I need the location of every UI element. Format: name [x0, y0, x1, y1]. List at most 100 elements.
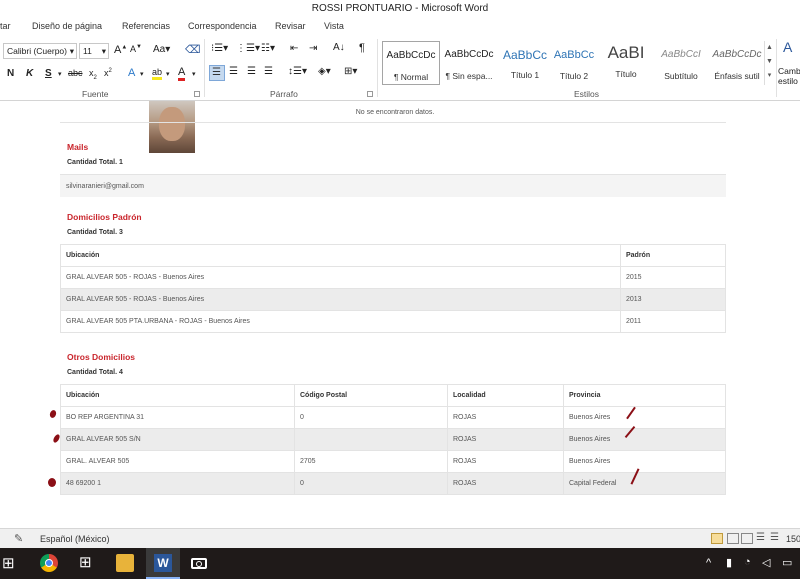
- superscript-icon[interactable]: x2: [104, 68, 112, 78]
- styles-gallery-scroll[interactable]: ▲ ▼ ▾: [764, 41, 774, 85]
- font-name-combo[interactable]: Calibri (Cuerpo) ▾: [3, 43, 77, 59]
- align-left-button[interactable]: ☰: [209, 65, 225, 81]
- style-enfasis-sutil[interactable]: AaBbCcDc Énfasis sutil: [708, 41, 766, 85]
- group-label-fuente: Fuente: [82, 89, 109, 99]
- volume-icon[interactable]: ◁: [762, 556, 770, 569]
- subscript-icon[interactable]: x2: [89, 68, 97, 81]
- chevron-down-icon[interactable]: ▾: [140, 70, 144, 78]
- style-sin-espaciado[interactable]: AaBbCcDc ¶ Sin espa...: [440, 41, 498, 85]
- file-explorer-icon[interactable]: [116, 554, 134, 572]
- style-name: ¶ Sin espa...: [445, 71, 493, 81]
- battery-icon[interactable]: ▭: [782, 556, 792, 569]
- no-data-message: No se encontraron datos.: [355, 109, 435, 116]
- cell-provincia: Buenos Aires: [563, 450, 726, 473]
- web-layout-view-icon[interactable]: [741, 533, 753, 544]
- tab-referencias[interactable]: Referencias: [122, 21, 170, 31]
- tab-revisar[interactable]: Revisar: [275, 21, 306, 31]
- underline-icon[interactable]: S: [45, 68, 52, 79]
- zoom-level[interactable]: 150: [786, 534, 800, 544]
- tab-insertar[interactable]: tar: [0, 21, 11, 31]
- document-page[interactable]: No se encontraron datos. Mails Cantidad …: [0, 101, 800, 528]
- full-screen-view-icon[interactable]: [727, 533, 739, 544]
- group-divider: [377, 39, 378, 97]
- outline-view-icon[interactable]: ☰: [756, 532, 765, 543]
- sort-icon[interactable]: A↓: [333, 42, 345, 53]
- dialog-launcher-icon[interactable]: [367, 91, 373, 97]
- padron-table: Ubicación Padrón GRAL ALVEAR 505 - ROJAS…: [60, 244, 726, 333]
- tab-diseno-pagina[interactable]: Diseño de página: [32, 21, 102, 31]
- draft-view-icon[interactable]: ☰: [770, 532, 779, 543]
- camera-icon[interactable]: [190, 554, 208, 572]
- chevron-down-icon[interactable]: ▾: [166, 70, 170, 78]
- pilcrow-icon[interactable]: ¶: [359, 42, 365, 54]
- shading-icon[interactable]: ◈▾: [318, 66, 331, 77]
- cell-codigo-postal: [294, 428, 448, 451]
- change-case-icon[interactable]: Aa▾: [153, 44, 170, 55]
- chevron-down-icon[interactable]: ▾: [192, 70, 196, 78]
- style-normal[interactable]: AaBbCcDc ¶ Normal: [382, 41, 440, 85]
- store-icon[interactable]: ⊞: [78, 554, 96, 572]
- dialog-launcher-icon[interactable]: [194, 91, 200, 97]
- column-header-provincia: Provincia: [563, 384, 726, 407]
- chevron-down-icon: ▾: [69, 46, 74, 56]
- bold-icon[interactable]: N: [7, 68, 14, 79]
- font-color-icon[interactable]: A: [178, 66, 186, 81]
- borders-icon[interactable]: ⊞▾: [344, 66, 357, 77]
- otros-count: Cantidad Total. 4: [67, 369, 123, 376]
- bullets-icon[interactable]: ⁝☰▾: [211, 43, 228, 54]
- italic-icon[interactable]: K: [26, 68, 33, 79]
- decrease-indent-icon[interactable]: ⇤: [290, 43, 298, 54]
- style-name: ¶ Normal: [393, 72, 429, 82]
- style-titulo-2[interactable]: AaBbCc Título 2: [545, 41, 603, 85]
- table-row: GRAL ALVEAR 505 PTA.URBANA - ROJAS - Bue…: [60, 310, 726, 333]
- change-styles-label-2[interactable]: estilo: [778, 76, 798, 86]
- increase-indent-icon[interactable]: ⇥: [309, 43, 317, 54]
- tab-correspondencia[interactable]: Correspondencia: [188, 21, 257, 31]
- document-area[interactable]: No se encontraron datos. Mails Cantidad …: [0, 101, 800, 528]
- style-titulo[interactable]: AaBI Título: [597, 41, 655, 85]
- group-divider: [204, 39, 205, 97]
- highlight-icon[interactable]: ab: [152, 67, 163, 80]
- network-icon[interactable]: ▮: [726, 556, 732, 569]
- cell-codigo-postal: 0: [294, 472, 448, 495]
- proofing-icon[interactable]: ✎: [14, 532, 23, 545]
- align-center-icon[interactable]: ☰: [229, 66, 238, 77]
- padron-count: Cantidad Total. 3: [67, 229, 123, 236]
- multilevel-list-icon[interactable]: ☷▾: [261, 43, 275, 54]
- windows-logo-icon: ⊞: [2, 555, 15, 572]
- font-size-combo[interactable]: 11 ▾: [79, 43, 109, 59]
- strikethrough-icon[interactable]: abc: [68, 68, 83, 78]
- numbering-icon[interactable]: ⋮☰▾: [236, 43, 260, 54]
- wifi-icon[interactable]: ◔: [744, 556, 751, 568]
- cell-provincia: Buenos Aires: [563, 406, 726, 429]
- taskbar: ⊞ ⊞ W ^ ▮ ◔ ◁ ▭: [0, 548, 800, 579]
- language-indicator[interactable]: Español (México): [40, 534, 110, 544]
- ink-mark: [48, 478, 56, 487]
- show-hidden-icons-icon[interactable]: ^: [706, 557, 711, 569]
- cell-padron: 2015: [620, 266, 726, 289]
- change-styles-label-1[interactable]: Camb: [778, 66, 800, 76]
- print-layout-view-icon[interactable]: [711, 533, 723, 544]
- start-button[interactable]: ⊞: [0, 548, 22, 579]
- align-right-icon[interactable]: ☰: [247, 66, 256, 77]
- padron-title: Domicilios Padrón: [67, 212, 142, 222]
- word-taskbar-button[interactable]: W: [146, 548, 180, 579]
- cell-ubicacion: GRAL ALVEAR 505 - ROJAS - Buenos Aires: [60, 288, 621, 311]
- otros-title: Otros Domicilios: [67, 352, 136, 362]
- tab-vista[interactable]: Vista: [324, 21, 344, 31]
- table-header-row: Ubicación Padrón: [60, 244, 726, 267]
- line-spacing-icon[interactable]: ↕☰▾: [288, 66, 307, 77]
- chrome-icon[interactable]: [40, 554, 58, 572]
- chevron-down-icon: ▾: [101, 46, 106, 56]
- change-styles-icon[interactable]: A: [783, 39, 792, 55]
- style-name: Título: [615, 69, 637, 79]
- clear-format-icon[interactable]: ⌫: [185, 43, 201, 56]
- text-effects-icon[interactable]: A: [128, 67, 135, 79]
- style-subtitulo[interactable]: AaBbCcI Subtítulo: [652, 41, 710, 85]
- mails-title: Mails: [67, 142, 89, 152]
- grow-font-icon[interactable]: A▲: [114, 44, 127, 56]
- justify-icon[interactable]: ☰: [264, 66, 273, 77]
- chevron-down-icon[interactable]: ▾: [58, 70, 62, 78]
- shrink-font-icon[interactable]: A▼: [130, 44, 142, 54]
- group-label-estilos: Estilos: [574, 89, 600, 99]
